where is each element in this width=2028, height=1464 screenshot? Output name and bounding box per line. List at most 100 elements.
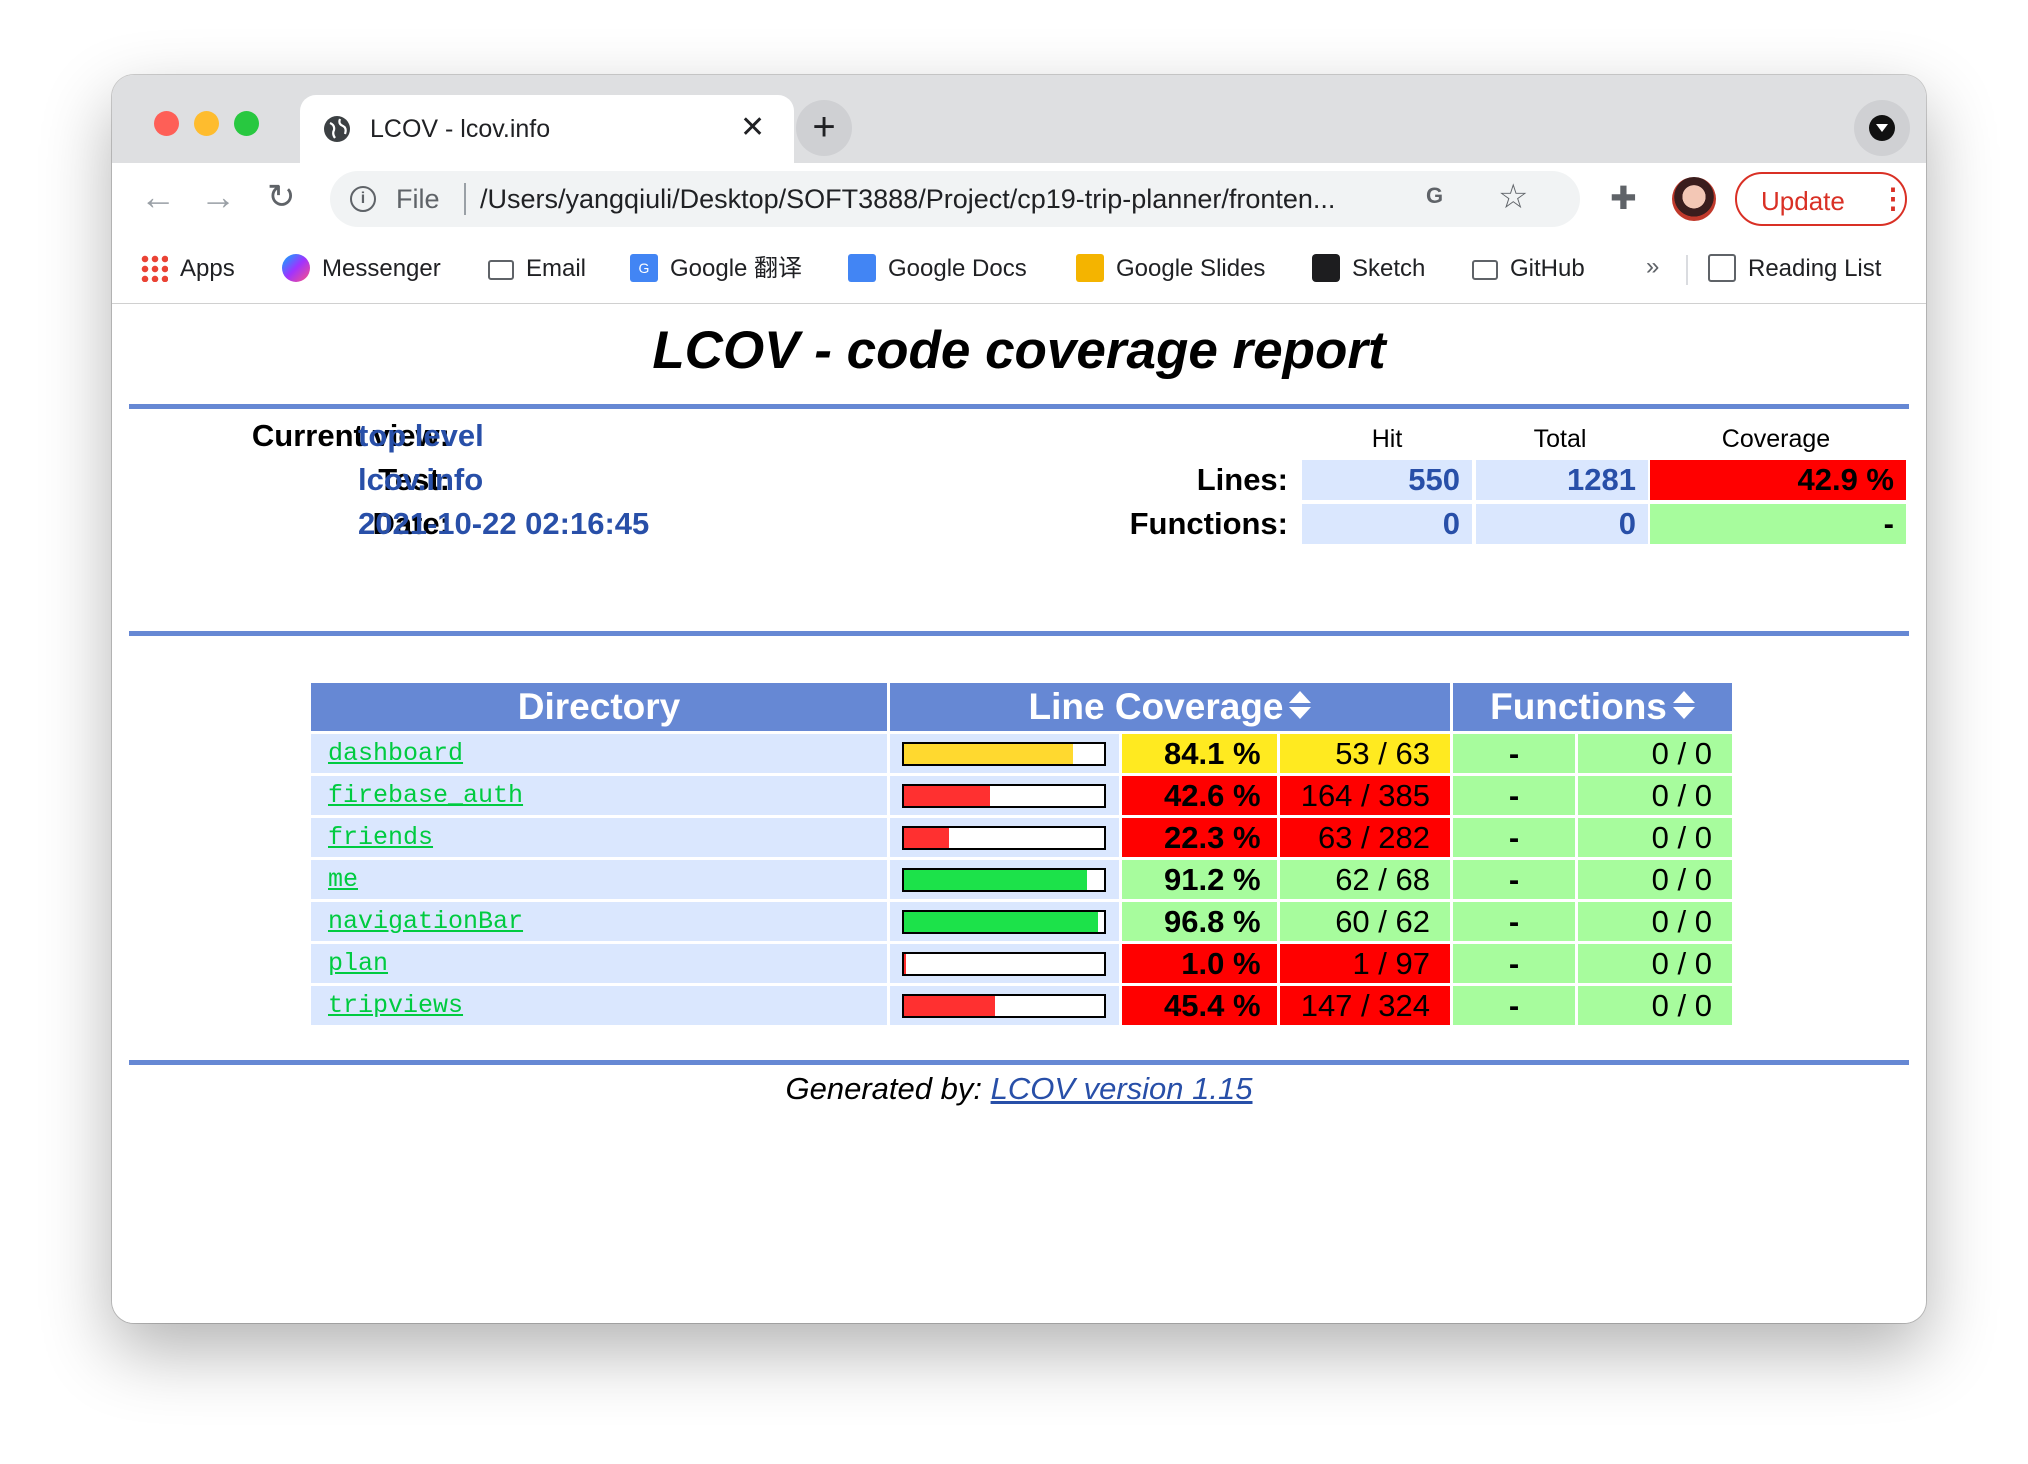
function-coverage-count: 0 / 0 xyxy=(1578,902,1732,941)
page-content: LCOV - code coverage report Current view… xyxy=(112,304,1926,1323)
coverage-bar-fill xyxy=(904,911,1098,932)
coverage-bar-cell xyxy=(890,734,1119,773)
hit-column-header: Hit xyxy=(1371,425,1403,453)
zoom-window-button[interactable] xyxy=(234,111,259,136)
extensions-puzzle-icon[interactable]: ✚ xyxy=(1610,179,1637,217)
directory-column-header[interactable]: Directory xyxy=(311,683,887,731)
close-window-button[interactable] xyxy=(154,111,179,136)
folder-icon xyxy=(488,259,514,280)
line-coverage-count: 164 / 385 xyxy=(1279,776,1450,815)
table-row: plan 1.0 % 1 / 97-0 / 0 xyxy=(311,944,1732,983)
bookmark-star-icon[interactable]: ☆ xyxy=(1498,177,1528,217)
directory-table-body: dashboard 84.1 % 53 / 63-0 / 0 firebase_aut… xyxy=(311,734,1732,1025)
coverage-bar-fill xyxy=(904,827,949,848)
bookmark-google-docs[interactable]: Google Docs xyxy=(848,251,1027,287)
bookmarks-overflow-button[interactable]: » xyxy=(1646,253,1659,281)
bookmark-label: Google 翻译 xyxy=(670,255,803,282)
directory-link[interactable]: plan xyxy=(328,949,388,978)
coverage-bar xyxy=(902,951,1107,976)
lines-coverage: 42.9 % xyxy=(1650,460,1906,500)
directory-cell: tripviews xyxy=(311,986,887,1025)
sort-icon[interactable] xyxy=(1289,691,1312,721)
directory-cell: plan xyxy=(311,944,887,983)
url-text[interactable]: /Users/yangqiuli/Desktop/SOFT3888/Projec… xyxy=(480,184,1335,215)
tab-title: LCOV - lcov.info xyxy=(370,115,551,143)
translate-icon[interactable]: G xyxy=(1426,183,1458,215)
test-value: lcov.info xyxy=(358,462,484,497)
line-coverage-percent: 84.1 % xyxy=(1121,734,1277,773)
directory-link[interactable]: navigationBar xyxy=(328,907,523,936)
reload-button[interactable]: ↻ xyxy=(267,177,296,217)
bookmark-sketch[interactable]: Sketch xyxy=(1312,251,1425,287)
globe-icon xyxy=(324,116,350,142)
coverage-bar-fill xyxy=(904,785,990,806)
function-coverage-count: 0 / 0 xyxy=(1578,818,1732,857)
header-ruler-bottom xyxy=(129,631,1909,636)
coverage-bar xyxy=(902,867,1107,892)
coverage-bar-fill xyxy=(904,995,996,1016)
forward-button[interactable]: → xyxy=(200,177,236,217)
directory-link[interactable]: tripviews xyxy=(328,991,463,1020)
bookmark-google-translate[interactable]: G Google 翻译 xyxy=(630,251,802,287)
reading-list-label: Reading List xyxy=(1748,255,1882,282)
function-coverage-percent: - xyxy=(1453,818,1575,857)
coverage-bar-fill xyxy=(904,743,1073,764)
coverage-bar xyxy=(902,993,1107,1018)
browser-window: LCOV - lcov.info ✕ + ← → ↻ i File /Users… xyxy=(112,75,1926,1323)
function-coverage-percent: - xyxy=(1453,902,1575,941)
bookmark-github[interactable]: GitHub xyxy=(1472,251,1585,287)
function-coverage-percent: - xyxy=(1453,776,1575,815)
messenger-icon xyxy=(282,253,310,282)
bookmark-apps[interactable]: Apps xyxy=(140,251,235,287)
sketch-icon xyxy=(1312,253,1340,282)
table-row: dashboard 84.1 % 53 / 63-0 / 0 xyxy=(311,734,1732,773)
minimize-window-button[interactable] xyxy=(194,111,219,136)
directory-link[interactable]: firebase_auth xyxy=(328,781,523,810)
directory-link[interactable]: friends xyxy=(328,823,433,852)
directory-link[interactable]: dashboard xyxy=(328,739,463,768)
bookmark-messenger[interactable]: Messenger xyxy=(282,251,441,287)
bookmark-google-slides[interactable]: Google Slides xyxy=(1076,251,1265,287)
line-coverage-column-header[interactable]: Line Coverage xyxy=(890,683,1450,731)
tab-active[interactable]: LCOV - lcov.info ✕ xyxy=(300,95,794,165)
tab-close-icon[interactable]: ✕ xyxy=(740,112,765,144)
current-view-value: top level xyxy=(358,418,484,453)
coverage-bar-cell xyxy=(890,860,1119,899)
reading-list-button[interactable]: Reading List xyxy=(1708,251,1881,287)
bookmark-label: Google Docs xyxy=(888,255,1027,282)
lcov-version-link[interactable]: LCOV version 1.15 xyxy=(991,1071,1253,1106)
function-coverage-percent: - xyxy=(1453,944,1575,983)
new-tab-button[interactable]: + xyxy=(796,100,852,156)
function-coverage-count: 0 / 0 xyxy=(1578,986,1732,1025)
folder-icon xyxy=(1472,259,1498,280)
function-coverage-percent: - xyxy=(1453,986,1575,1025)
functions-column-header[interactable]: Functions xyxy=(1453,683,1732,731)
coverage-bar xyxy=(902,909,1107,934)
tab-search-button[interactable] xyxy=(1854,100,1910,156)
back-button[interactable]: ← xyxy=(140,177,176,217)
directory-link[interactable]: me xyxy=(328,865,358,894)
google-docs-icon xyxy=(848,253,876,282)
page-title: LCOV - code coverage report xyxy=(652,321,1386,380)
table-row: me 91.2 % 62 / 68-0 / 0 xyxy=(311,860,1732,899)
info-icon[interactable]: i xyxy=(350,186,376,212)
sort-icon[interactable] xyxy=(1672,691,1695,721)
line-coverage-count: 60 / 62 xyxy=(1279,902,1450,941)
update-button[interactable]: Update ⋮ xyxy=(1735,172,1907,226)
coverage-bar xyxy=(902,783,1107,808)
profile-avatar[interactable] xyxy=(1672,177,1716,221)
function-coverage-count: 0 / 0 xyxy=(1578,776,1732,815)
footer-prefix: Generated by: xyxy=(785,1071,991,1106)
bookmarks-bar: Apps Messenger Email G Google 翻译 Google D… xyxy=(112,237,1926,304)
coverage-bar-fill xyxy=(904,953,907,974)
functions-hit: 0 xyxy=(1302,504,1472,544)
function-coverage-percent: - xyxy=(1453,860,1575,899)
line-coverage-percent: 96.8 % xyxy=(1121,902,1277,941)
line-coverage-count: 62 / 68 xyxy=(1279,860,1450,899)
table-row: navigationBar 96.8 % 60 / 62-0 / 0 xyxy=(311,902,1732,941)
bookmark-email[interactable]: Email xyxy=(488,251,586,287)
lines-hit: 550 xyxy=(1302,460,1472,500)
line-coverage-count: 53 / 63 xyxy=(1279,734,1450,773)
address-bar[interactable]: i File /Users/yangqiuli/Desktop/SOFT3888… xyxy=(330,171,1580,227)
directory-cell: friends xyxy=(311,818,887,857)
